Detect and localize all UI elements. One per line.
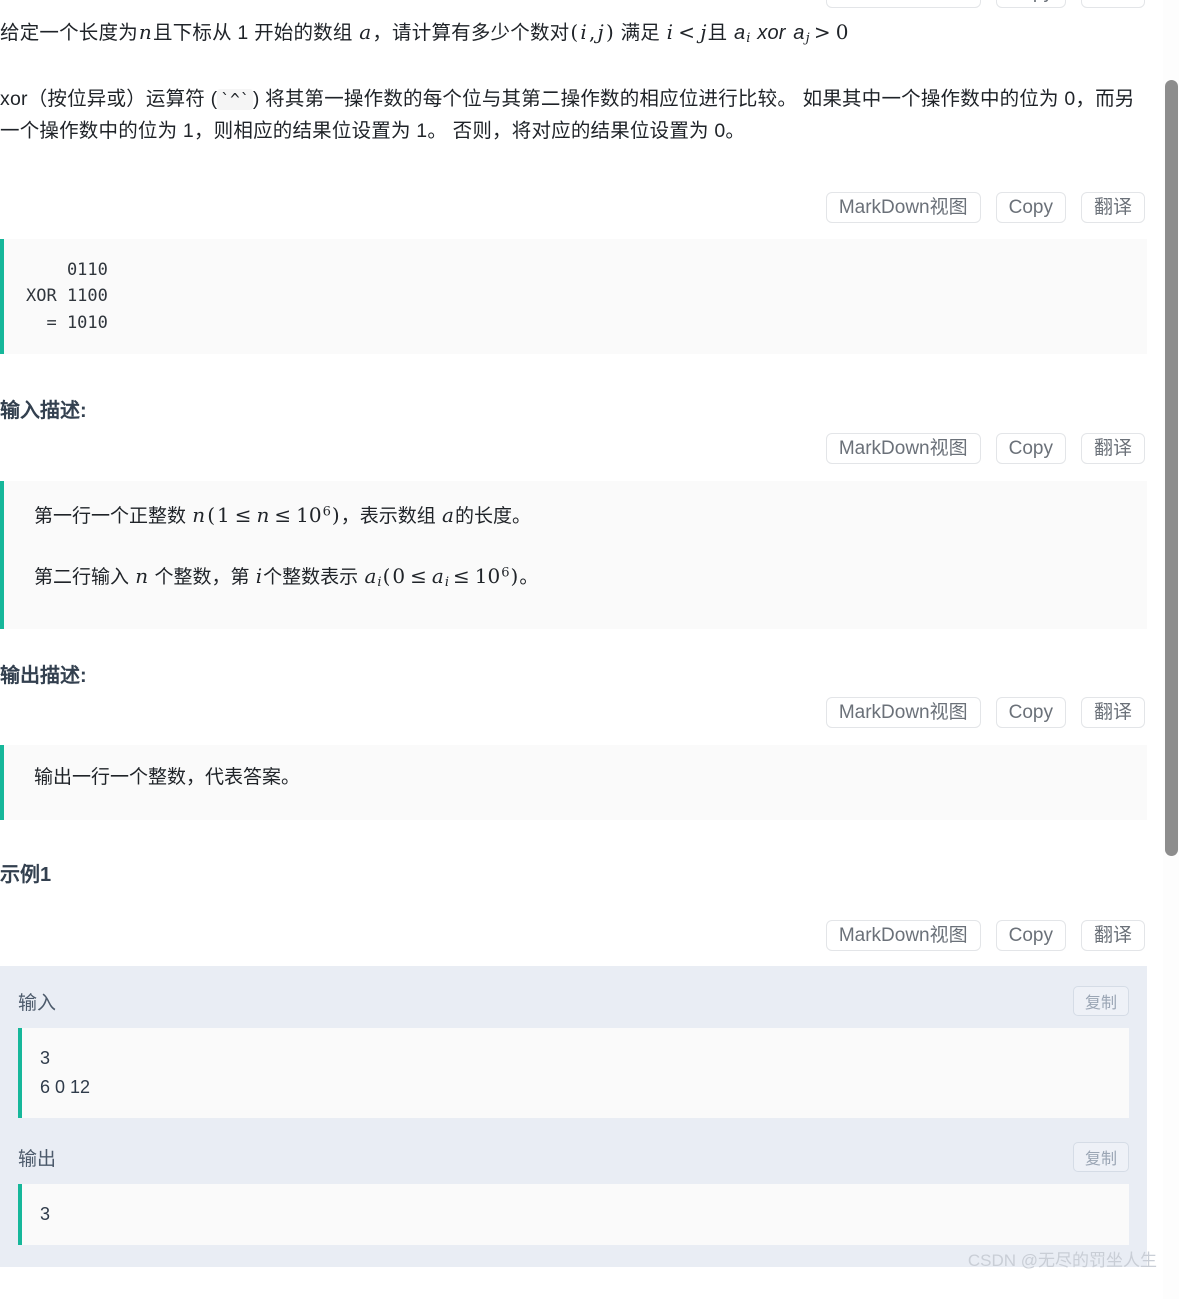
markdown-view-button-2[interactable]: MarkDown视图 — [825, 433, 981, 464]
input-line2-text3: 个整数表示 — [263, 567, 359, 589]
markdown-view-button-4[interactable]: MarkDown视图 — [825, 920, 981, 951]
xor-desc-part1: xor（按位异或）运算符 ( — [0, 88, 218, 110]
output-description-heading: 输出描述: — [0, 665, 87, 687]
math-n: n — [138, 20, 152, 44]
example-heading: 示例1 — [0, 864, 52, 886]
example-input-copy-button[interactable]: 复制 — [1072, 986, 1129, 1016]
input-line2-text1: 第二行输入 — [34, 567, 130, 589]
input-line-2: 第二行输入 n 个整数，第 i个整数表示 ai(0 ≤ ai ≤106)。 — [34, 560, 1125, 594]
output-description-text: 输出一行一个整数，代表答案。 — [34, 767, 301, 788]
math-comma: , — [588, 20, 596, 44]
input-le-2: ≤ — [274, 503, 292, 527]
input-line1-text1: 第一行一个正整数 — [34, 506, 187, 527]
example-container: 输入 复制 3 6 0 12 输出 复制 3 — [0, 966, 1147, 1268]
math-i: i — [580, 20, 587, 44]
input2-math-n: n — [135, 564, 149, 589]
math-j: j — [597, 20, 604, 44]
math-j2: j — [700, 20, 707, 44]
input-math-n: n — [192, 503, 206, 527]
statement-text-2: 且下标从 1 开始的数组 — [153, 22, 353, 44]
toolbar-input-block: MarkDown视图 Copy 翻译 — [0, 433, 1147, 464]
math-gt: > — [813, 20, 831, 44]
statement-text-1: 给定一个长度为 — [0, 22, 138, 44]
input-line1-text2: ，表示数组 — [340, 506, 436, 527]
article-scroll-area[interactable]: MarkDown视图 Copy 翻译 给定一个长度为n且下标从 1 开始的数组 … — [0, 0, 1163, 1299]
math-zero: 0 — [835, 20, 849, 44]
toolbar-clipped: MarkDown视图 Copy 翻译 — [0, 0, 1147, 12]
copy-button-top[interactable]: Copy — [995, 0, 1066, 8]
input2-math-a2: a — [431, 564, 444, 589]
example-output-copy-button[interactable]: 复制 — [1072, 1142, 1129, 1173]
input-le-1: ≤ — [234, 503, 252, 527]
translate-button-1[interactable]: 翻译 — [1080, 192, 1145, 223]
vertical-scrollbar-track[interactable] — [1163, 0, 1179, 1299]
math-lt: < — [678, 20, 696, 44]
input-paren-close: ) — [331, 503, 340, 527]
input-description-heading: 输入描述: — [0, 400, 87, 422]
math-i2: i — [666, 20, 674, 44]
statement-text-3: ，请计算有多少个数对 — [372, 22, 570, 44]
example-input-label: 输入 — [18, 992, 57, 1014]
input-line2-text4: 。 — [519, 567, 539, 589]
input2-exp: 6 — [501, 565, 510, 581]
vertical-scrollbar-thumb[interactable] — [1165, 80, 1178, 856]
xor-example-code: 0110 XOR 1100 = 1010 — [26, 260, 108, 333]
input-exp: 6 — [322, 504, 331, 520]
math-ai-sub: i — [746, 30, 751, 46]
translate-button-3[interactable]: 翻译 — [1080, 697, 1145, 728]
input-line1-text3: 的长度。 — [454, 506, 531, 527]
example-output-label: 输出 — [18, 1148, 57, 1170]
example-output-value: 3 — [40, 1204, 51, 1225]
input2-paren-close: ) — [510, 564, 519, 589]
input2-math-i: i — [255, 564, 263, 589]
example-output-header: 输出 复制 — [18, 1140, 1129, 1174]
statement-text-4: 满足 — [620, 22, 660, 44]
math-a: a — [359, 20, 372, 44]
translate-button-top[interactable]: 翻译 — [1080, 0, 1145, 8]
copy-button-4[interactable]: Copy — [995, 920, 1066, 951]
example-input-code: 3 6 0 12 — [18, 1028, 1129, 1119]
math-paren-open: ( — [570, 20, 579, 44]
problem-statement-line: 给定一个长度为n且下标从 1 开始的数组 a，请计算有多少个数对(i, j) 满足… — [0, 16, 1147, 50]
math-xor: xor — [757, 22, 786, 44]
toolbar-xor-block: MarkDown视图 Copy 翻译 — [0, 192, 1147, 223]
input2-le-1: ≤ — [410, 564, 427, 589]
input-line2-text2: 个整数，第 — [154, 567, 250, 589]
xor-description: xor（按位异或）运算符 (`^`) 将其第一操作数的每个位与其第二操作数的相应… — [0, 84, 1147, 147]
input-description-block: 第一行一个正整数 n(1 ≤ n ≤106)，表示数组 a的长度。 第二行输入 n 个… — [0, 481, 1147, 629]
input2-math-a-sub: i — [377, 575, 382, 591]
markdown-view-button-top[interactable]: MarkDown视图 — [825, 0, 981, 8]
xor-operator-code: `^` — [217, 89, 253, 110]
copy-button-3[interactable]: Copy — [995, 697, 1066, 728]
math-ai: a — [733, 22, 746, 44]
input-one: 1 — [217, 503, 230, 527]
markdown-view-button-3[interactable]: MarkDown视图 — [825, 697, 981, 728]
markdown-view-button-1[interactable]: MarkDown视图 — [825, 192, 981, 223]
input-math-n2: n — [256, 503, 270, 527]
statement-text-5: 且 — [707, 22, 728, 44]
example-input-value: 3 6 0 12 — [40, 1048, 91, 1098]
translate-button-4[interactable]: 翻译 — [1080, 920, 1145, 951]
input2-paren-open: ( — [382, 564, 391, 589]
copy-button-2[interactable]: Copy — [995, 433, 1066, 464]
toolbar-example-block: MarkDown视图 Copy 翻译 — [0, 920, 1147, 951]
toolbar-output-block: MarkDown视图 Copy 翻译 — [0, 697, 1147, 728]
math-aj: a — [793, 22, 805, 44]
input-ten: 10 — [296, 503, 322, 527]
math-paren-close: ) — [605, 20, 614, 44]
xor-example-block: 0110 XOR 1100 = 1010 — [0, 239, 1147, 354]
example-output-code: 3 — [18, 1184, 1129, 1246]
input2-math-a: a — [364, 564, 377, 589]
input-math-a: a — [442, 503, 454, 527]
copy-button-1[interactable]: Copy — [995, 192, 1066, 223]
output-description-block: 输出一行一个整数，代表答案。 — [0, 745, 1147, 820]
example-input-header: 输入 复制 — [18, 984, 1129, 1018]
translate-button-2[interactable]: 翻译 — [1080, 433, 1145, 464]
input2-le-2: ≤ — [453, 564, 470, 589]
input-line-1: 第一行一个正整数 n(1 ≤ n ≤106)，表示数组 a的长度。 — [34, 499, 1125, 532]
input-paren-open: ( — [207, 503, 215, 527]
input2-zero: 0 — [392, 564, 406, 589]
input2-ten: 10 — [474, 564, 501, 589]
